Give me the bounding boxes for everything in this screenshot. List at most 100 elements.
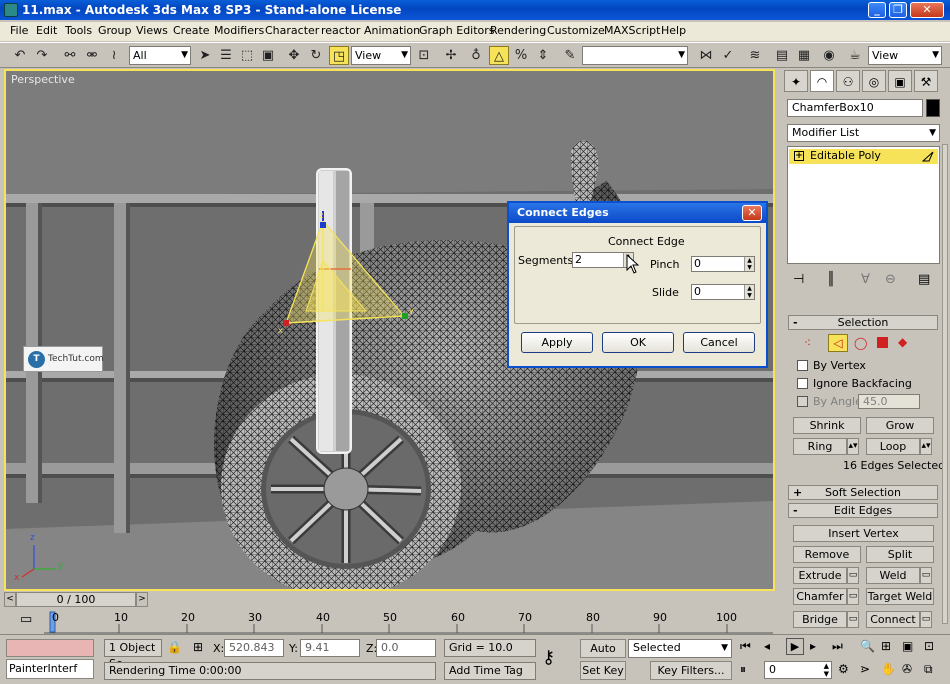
weld-settings-icon[interactable]: ▭ (920, 567, 932, 584)
set-key-button[interactable]: Set Key (580, 661, 626, 680)
polygon-subobject-icon[interactable] (877, 337, 888, 348)
align-icon[interactable]: ✓ (718, 46, 738, 65)
pin-stack-icon[interactable]: ⊣ (793, 272, 804, 287)
key-mode-dropdown[interactable]: Selected ▼ (628, 639, 732, 658)
extrude-settings-icon[interactable]: ▭ (847, 567, 859, 584)
selection-lock-icon[interactable]: 🔒 (167, 640, 182, 654)
window-crossing-icon[interactable]: ▣ (258, 46, 278, 65)
bridge-settings-icon[interactable]: ▭ (847, 611, 859, 628)
select-and-link-icon[interactable]: ⚯ (60, 46, 80, 65)
expand-toggle[interactable]: + (794, 151, 804, 161)
weld-button[interactable]: Weld (866, 567, 920, 584)
menu-create[interactable]: Create (173, 24, 210, 37)
y-coordinate-field[interactable]: 9.41 (300, 639, 360, 657)
dialog-title-bar[interactable]: Connect Edges ✕ (509, 203, 766, 223)
soft-selection-rollout[interactable]: + Soft Selection (788, 485, 938, 500)
loop-spinner[interactable]: ▴▾ (920, 438, 932, 455)
configure-modifier-sets-icon[interactable]: ▤ (918, 272, 930, 287)
vertex-subobject-icon[interactable]: ⁖ (804, 336, 811, 350)
menu-group[interactable]: Group (98, 24, 132, 37)
select-and-scale-icon[interactable]: ◳ (329, 46, 349, 65)
go-to-start-icon[interactable]: ⏮ (740, 639, 751, 654)
menu-graph-editors[interactable]: Graph Editors (419, 24, 495, 37)
object-name-field[interactable]: ChamferBox10 (787, 99, 923, 117)
rectangular-selection-icon[interactable]: ⬚ (237, 46, 257, 65)
key-mode-toggle-icon[interactable]: ⏸ (740, 662, 746, 677)
edge-mode-icon[interactable]: ◁ (828, 334, 848, 352)
maximize-button[interactable]: ❐ (889, 2, 907, 18)
cancel-button[interactable]: Cancel (683, 332, 755, 353)
hierarchy-tab-icon[interactable]: ⚇ (836, 70, 860, 92)
apply-button[interactable]: Apply (521, 332, 593, 353)
create-tab-icon[interactable]: ✦ (784, 70, 808, 92)
border-subobject-icon[interactable]: ◯ (854, 336, 867, 350)
menu-character[interactable]: Character (265, 24, 319, 37)
redo-icon[interactable]: ↷ (32, 46, 52, 65)
reference-coordinate-dropdown[interactable]: View ▼ (351, 46, 411, 65)
add-time-tag-button[interactable]: Add Time Tag (444, 662, 536, 680)
insert-vertex-button[interactable]: Insert Vertex (793, 525, 934, 542)
by-angle-spinner[interactable]: 45.0 (858, 394, 920, 409)
menu-maxscript[interactable]: MAXScript (604, 24, 660, 37)
chamfer-button[interactable]: Chamfer (793, 588, 847, 605)
close-button[interactable]: ✕ (910, 2, 944, 18)
maxscript-mini-listener-top[interactable] (6, 639, 94, 657)
utilities-tab-icon[interactable]: ⚒ (914, 70, 938, 92)
zoom-all-icon[interactable]: ⊞ (881, 639, 891, 653)
ring-button[interactable]: Ring (793, 438, 847, 455)
curve-editor-mini-icon[interactable]: ▭ (20, 612, 32, 627)
zoom-icon[interactable]: 🔍 (860, 639, 875, 653)
named-selection-dropdown[interactable]: ▼ (582, 46, 688, 65)
set-keys-key-icon[interactable]: ⚷ (542, 647, 555, 668)
stack-item-editable-poly[interactable]: + Editable Poly (789, 149, 938, 164)
x-coordinate-field[interactable]: 520.843 (224, 639, 284, 657)
unlink-icon[interactable]: ⚮ (82, 46, 102, 65)
pivot-center-icon[interactable]: ⊡ (414, 46, 434, 65)
zoom-extents-all-icon[interactable]: ⊡ (924, 639, 934, 653)
time-slider-thumb[interactable]: 0 / 100 (16, 592, 136, 607)
time-slider[interactable]: < 0 / 100 > (4, 592, 775, 608)
connect-settings-icon[interactable]: ▭ (920, 611, 932, 628)
pinch-spinner[interactable]: 0 ▲ ▼ (691, 256, 755, 272)
dialog-close-button[interactable]: ✕ (742, 205, 762, 221)
object-color-swatch[interactable] (926, 99, 940, 117)
curve-editor-icon[interactable]: ▤ (772, 46, 792, 65)
remove-modifier-icon[interactable]: ⊖ (885, 272, 896, 287)
menu-edit[interactable]: Edit (36, 24, 57, 37)
maximize-viewport-icon[interactable]: ⧉ (924, 662, 933, 677)
command-panel-scrollbar[interactable] (942, 144, 948, 624)
z-coordinate-field[interactable]: 0.0 (376, 639, 436, 657)
material-editor-icon[interactable]: ◉ (819, 46, 839, 65)
loop-button[interactable]: Loop (866, 438, 920, 455)
angle-snap-icon[interactable]: △ (489, 46, 509, 65)
render-scene-icon[interactable]: ☕ (845, 46, 865, 65)
remove-button[interactable]: Remove (793, 546, 861, 563)
percent-snap-icon[interactable]: % (511, 46, 531, 65)
ok-button[interactable]: OK (602, 332, 674, 353)
selection-filter-dropdown[interactable]: All ▼ (129, 46, 191, 65)
by-vertex-checkbox[interactable] (797, 360, 808, 371)
snap-toggle-icon[interactable]: ♁ (466, 46, 486, 65)
target-weld-button[interactable]: Target Weld (866, 588, 934, 605)
menu-file[interactable]: File (10, 24, 28, 37)
minimize-button[interactable]: _ (868, 2, 886, 18)
bridge-button[interactable]: Bridge (793, 611, 847, 628)
shrink-button[interactable]: Shrink (793, 417, 861, 434)
menu-modifiers[interactable]: Modifiers (214, 24, 264, 37)
undo-icon[interactable]: ↶ (10, 46, 30, 65)
absolute-mode-icon[interactable]: ⊞ (193, 640, 203, 654)
chamfer-settings-icon[interactable]: ▭ (847, 588, 859, 605)
maxscript-mini-listener[interactable]: PainterInterf (6, 659, 94, 679)
menu-customize[interactable]: Customize (547, 24, 605, 37)
display-tab-icon[interactable]: ▣ (888, 70, 912, 92)
menu-tools[interactable]: Tools (65, 24, 92, 37)
auto-key-button[interactable]: Auto Key (580, 639, 626, 672)
track-bar[interactable]: ▭ 0 10 20 30 40 50 60 70 80 90 100 (4, 610, 775, 634)
split-button[interactable]: Split (866, 546, 934, 563)
menu-help[interactable]: Help (661, 24, 686, 37)
edit-edges-rollout[interactable]: - Edit Edges (788, 503, 938, 518)
pan-icon[interactable]: ✋ (881, 662, 896, 676)
spinner-snap-icon[interactable]: ⇕ (533, 46, 553, 65)
by-angle-checkbox[interactable] (797, 396, 808, 407)
viewport-label[interactable]: Perspective (11, 73, 75, 86)
